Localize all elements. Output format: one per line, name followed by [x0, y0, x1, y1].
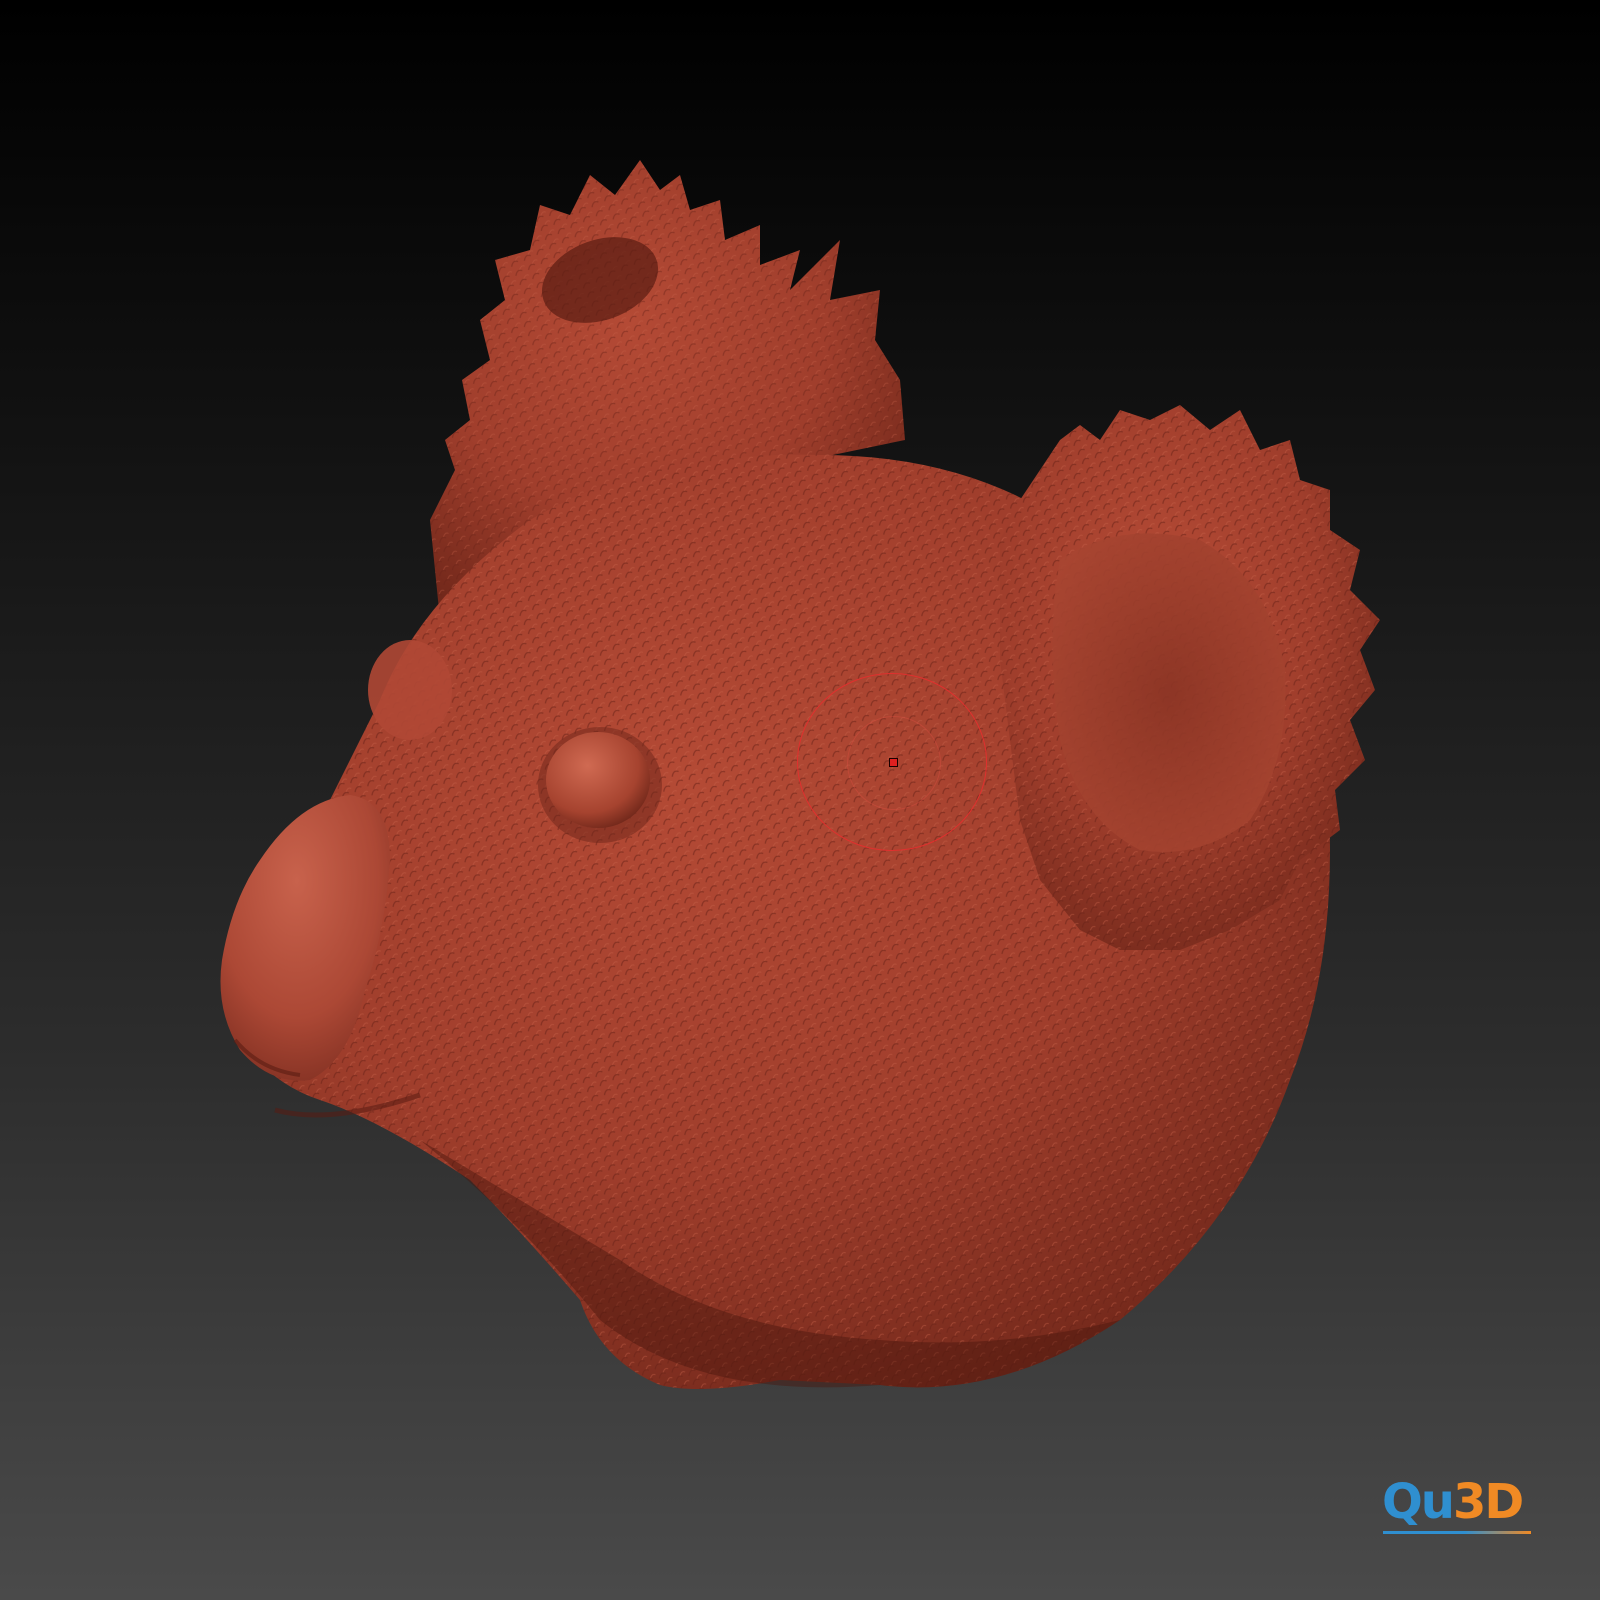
qu3d-watermark-logo: Qu3D [1382, 1474, 1524, 1536]
logo-underline [1383, 1531, 1531, 1534]
koala-head-model[interactable] [0, 0, 1600, 1600]
logo-text-3d: 3D [1452, 1474, 1524, 1530]
brush-cursor-center [889, 758, 898, 767]
sculpt-viewport[interactable]: Qu3D [0, 0, 1600, 1600]
logo-text-qu: Qu [1382, 1474, 1455, 1530]
eye [538, 727, 662, 843]
